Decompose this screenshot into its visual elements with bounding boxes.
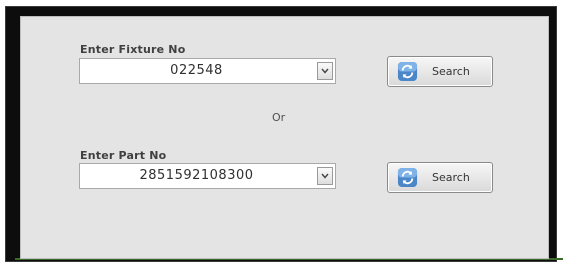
fixture-dropdown-button[interactable] bbox=[317, 62, 333, 80]
fixture-combobox[interactable]: 022548 bbox=[79, 58, 336, 84]
part-value: 2851592108300 bbox=[139, 168, 254, 183]
refresh-search-icon bbox=[397, 61, 418, 82]
part-search-label: Search bbox=[432, 171, 470, 184]
chevron-down-icon bbox=[321, 68, 329, 74]
or-separator: Or bbox=[272, 111, 286, 124]
fixture-value: 022548 bbox=[170, 63, 223, 78]
part-label: Enter Part No bbox=[80, 149, 167, 162]
refresh-search-icon bbox=[397, 167, 418, 188]
fixture-search-button[interactable]: Search bbox=[387, 56, 493, 87]
chevron-down-icon bbox=[321, 173, 329, 179]
part-search-button[interactable]: Search bbox=[387, 162, 493, 193]
part-dropdown-button[interactable] bbox=[317, 167, 333, 185]
fixture-label: Enter Fixture No bbox=[80, 43, 186, 56]
part-combobox[interactable]: 2851592108300 bbox=[79, 163, 336, 189]
fixture-search-label: Search bbox=[432, 65, 470, 78]
